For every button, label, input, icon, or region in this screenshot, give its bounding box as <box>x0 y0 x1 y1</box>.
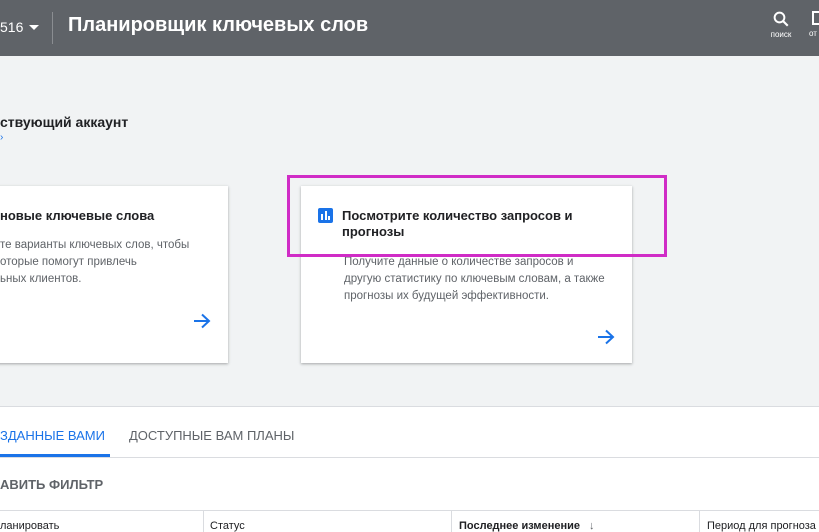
column-divider <box>699 511 700 532</box>
search-button[interactable]: поиск <box>764 8 798 46</box>
add-filter-button[interactable]: АВИТЬ ФИЛЬТР <box>0 477 103 492</box>
column-header-last-modified[interactable]: Последнее изменение ↓ <box>459 520 595 532</box>
reports-icon <box>812 11 819 25</box>
divider <box>0 457 819 458</box>
search-icon <box>773 11 789 27</box>
plans-panel: ЗДАННЫЕ ВАМИ ДОСТУПНЫЕ ВАМ ПЛАНЫ АВИТЬ Ф… <box>0 406 819 532</box>
divider <box>0 510 819 511</box>
divider <box>52 12 53 44</box>
caret-down-icon <box>29 24 40 30</box>
column-header-status[interactable]: Статус <box>210 520 245 532</box>
column-divider <box>203 511 204 532</box>
tab-available-plans[interactable]: ДОСТУПНЫЕ ВАМ ПЛАНЫ <box>129 407 294 457</box>
arrow-right-icon[interactable] <box>597 329 615 345</box>
section-heading: ствующий аккаунт <box>0 114 129 130</box>
search-label: поиск <box>770 30 792 39</box>
page-title: Планировщик ключевых слов <box>68 14 369 36</box>
reports-button[interactable]: от <box>809 8 819 46</box>
card-description-line: другую статистику по ключевым словам, а … <box>344 273 605 285</box>
card-description: Получите данные о количестве запросов и … <box>344 254 605 305</box>
column-header-label: Последнее изменение <box>459 520 580 532</box>
reports-label: от <box>809 29 817 38</box>
highlight-box <box>287 175 667 257</box>
card-title: новые ключевые слова <box>0 208 155 223</box>
column-divider <box>451 511 452 532</box>
arrow-right-icon[interactable] <box>193 313 211 329</box>
column-header-plan[interactable]: ланировать <box>0 520 59 532</box>
account-id: 516 <box>0 19 24 35</box>
chevron-right-icon[interactable]: › <box>0 133 6 143</box>
arrow-down-icon: ↓ <box>589 520 595 532</box>
discover-keywords-card[interactable]: новые ключевые слова те варианты ключевы… <box>0 186 228 363</box>
card-description-line: те варианты ключевых слов, чтобы <box>0 239 190 251</box>
column-header-forecast-period[interactable]: Период для прогноза <box>707 520 816 532</box>
top-app-bar: 516 Планировщик ключевых слов поиск от <box>0 0 819 56</box>
account-selector[interactable]: 516 <box>0 19 40 35</box>
card-description-line: оторые помогут привлечь <box>0 256 137 268</box>
card-description-line: прогнозы их будущей эффективности. <box>344 290 549 302</box>
card-description: те варианты ключевых слов, чтобы оторые … <box>0 237 189 288</box>
card-description-line: ьных клиентов. <box>0 273 82 285</box>
tab-created-by-you[interactable]: ЗДАННЫЕ ВАМИ <box>0 407 110 457</box>
